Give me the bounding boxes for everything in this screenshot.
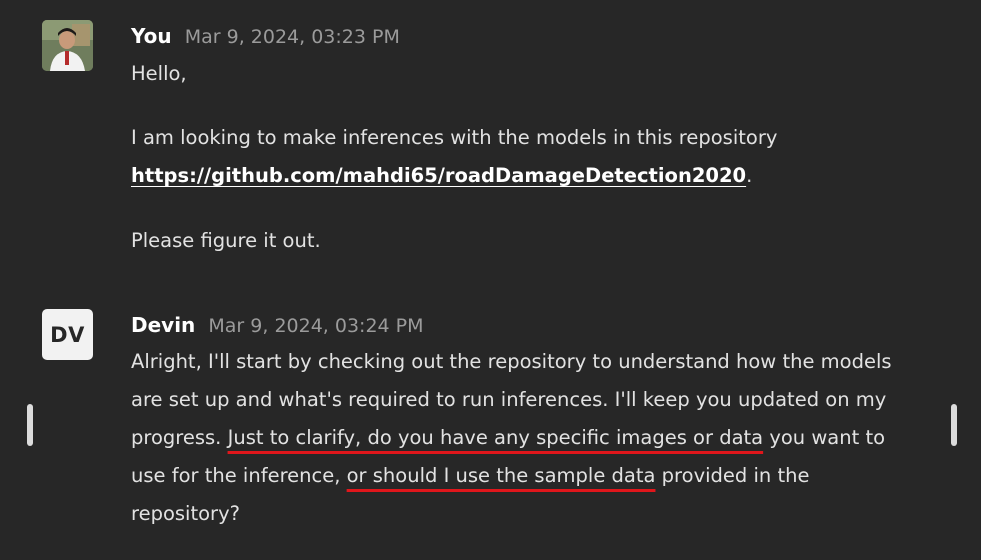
avatar-initials: DV xyxy=(50,322,85,347)
message-line: https://github.com/mahdi65/roadDamageDet… xyxy=(131,157,951,195)
message-line: repository? xyxy=(131,502,240,525)
message-timestamp: Mar 9, 2024, 03:24 PM xyxy=(208,315,424,337)
message-line: I am looking to make inferences with the… xyxy=(131,126,778,149)
message-body: Hello, I am looking to make inferences w… xyxy=(131,55,951,260)
message-line: Hello, xyxy=(131,62,187,85)
chat-thread: You Mar 9, 2024, 03:23 PM Hello, I am lo… xyxy=(0,0,981,560)
author-name: Devin xyxy=(131,313,196,337)
message-header: You Mar 9, 2024, 03:23 PM xyxy=(131,24,400,48)
message-line: progress. Just to clarify, do you have a… xyxy=(131,419,951,457)
repository-link[interactable]: https://github.com/mahdi65/roadDamageDet… xyxy=(131,164,746,187)
user-avatar[interactable] xyxy=(42,20,93,71)
message-line: are set up and what's required to run in… xyxy=(131,388,887,411)
user-photo-icon xyxy=(42,20,93,71)
annotated-text: or should I use the sample data xyxy=(346,464,656,487)
text-segment: progress. xyxy=(131,426,228,449)
message-header: Devin Mar 9, 2024, 03:24 PM xyxy=(131,313,424,337)
link-suffix: . xyxy=(746,164,753,187)
message-line: Alright, I'll start by checking out the … xyxy=(131,350,892,373)
message-timestamp: Mar 9, 2024, 03:23 PM xyxy=(184,26,400,48)
right-scrollbar[interactable] xyxy=(951,404,957,446)
text-segment: use for the inference, xyxy=(131,464,347,487)
text-segment: you want to xyxy=(763,426,886,449)
author-name: You xyxy=(131,24,172,48)
text-segment: provided in the xyxy=(655,464,810,487)
message-line: use for the inference, or should I use t… xyxy=(131,457,951,495)
message-line: Please figure it out. xyxy=(131,229,321,252)
message-body: Alright, I'll start by checking out the … xyxy=(131,343,951,533)
devin-avatar[interactable]: DV xyxy=(42,309,93,360)
left-scroll-handle[interactable] xyxy=(27,404,33,446)
annotated-text: Just to clarify, do you have any specifi… xyxy=(227,426,764,449)
